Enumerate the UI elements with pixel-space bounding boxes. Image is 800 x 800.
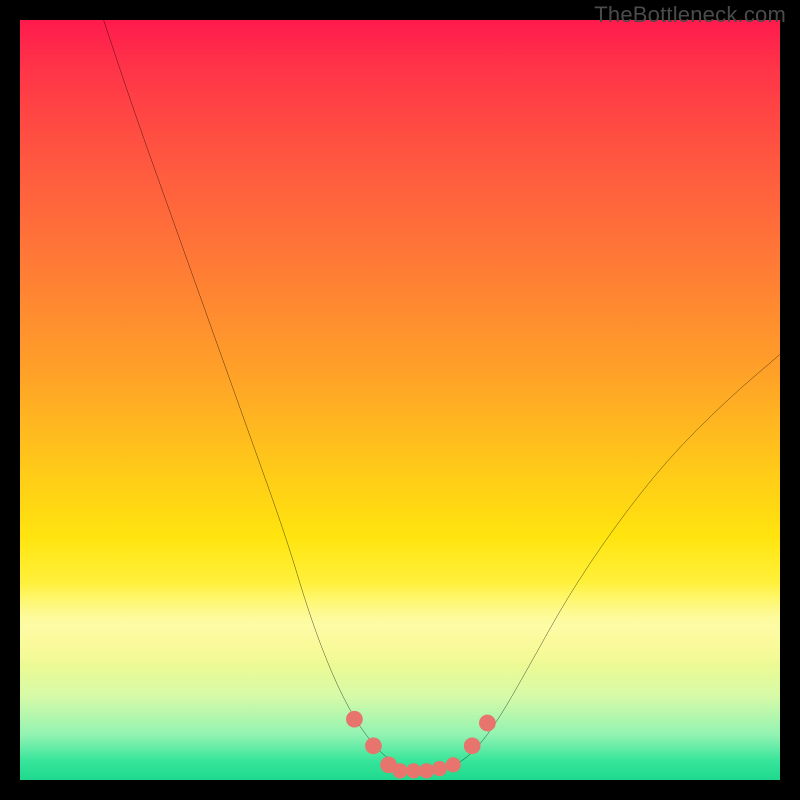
bottom-dots bbox=[346, 711, 496, 779]
marker-dot bbox=[446, 757, 461, 772]
curve-svg bbox=[20, 20, 780, 780]
marker-dot bbox=[464, 737, 481, 754]
marker-dot bbox=[392, 763, 407, 778]
outer-frame: TheBottleneck.com bbox=[0, 0, 800, 800]
curve-path bbox=[104, 20, 780, 771]
watermark-text: TheBottleneck.com bbox=[594, 2, 786, 28]
bottleneck-curve bbox=[104, 20, 780, 771]
marker-dot bbox=[346, 711, 363, 728]
plot-area bbox=[20, 20, 780, 780]
marker-dot bbox=[365, 737, 382, 754]
marker-dot bbox=[479, 715, 496, 732]
marker-dot bbox=[419, 763, 434, 778]
marker-dot bbox=[432, 761, 447, 776]
